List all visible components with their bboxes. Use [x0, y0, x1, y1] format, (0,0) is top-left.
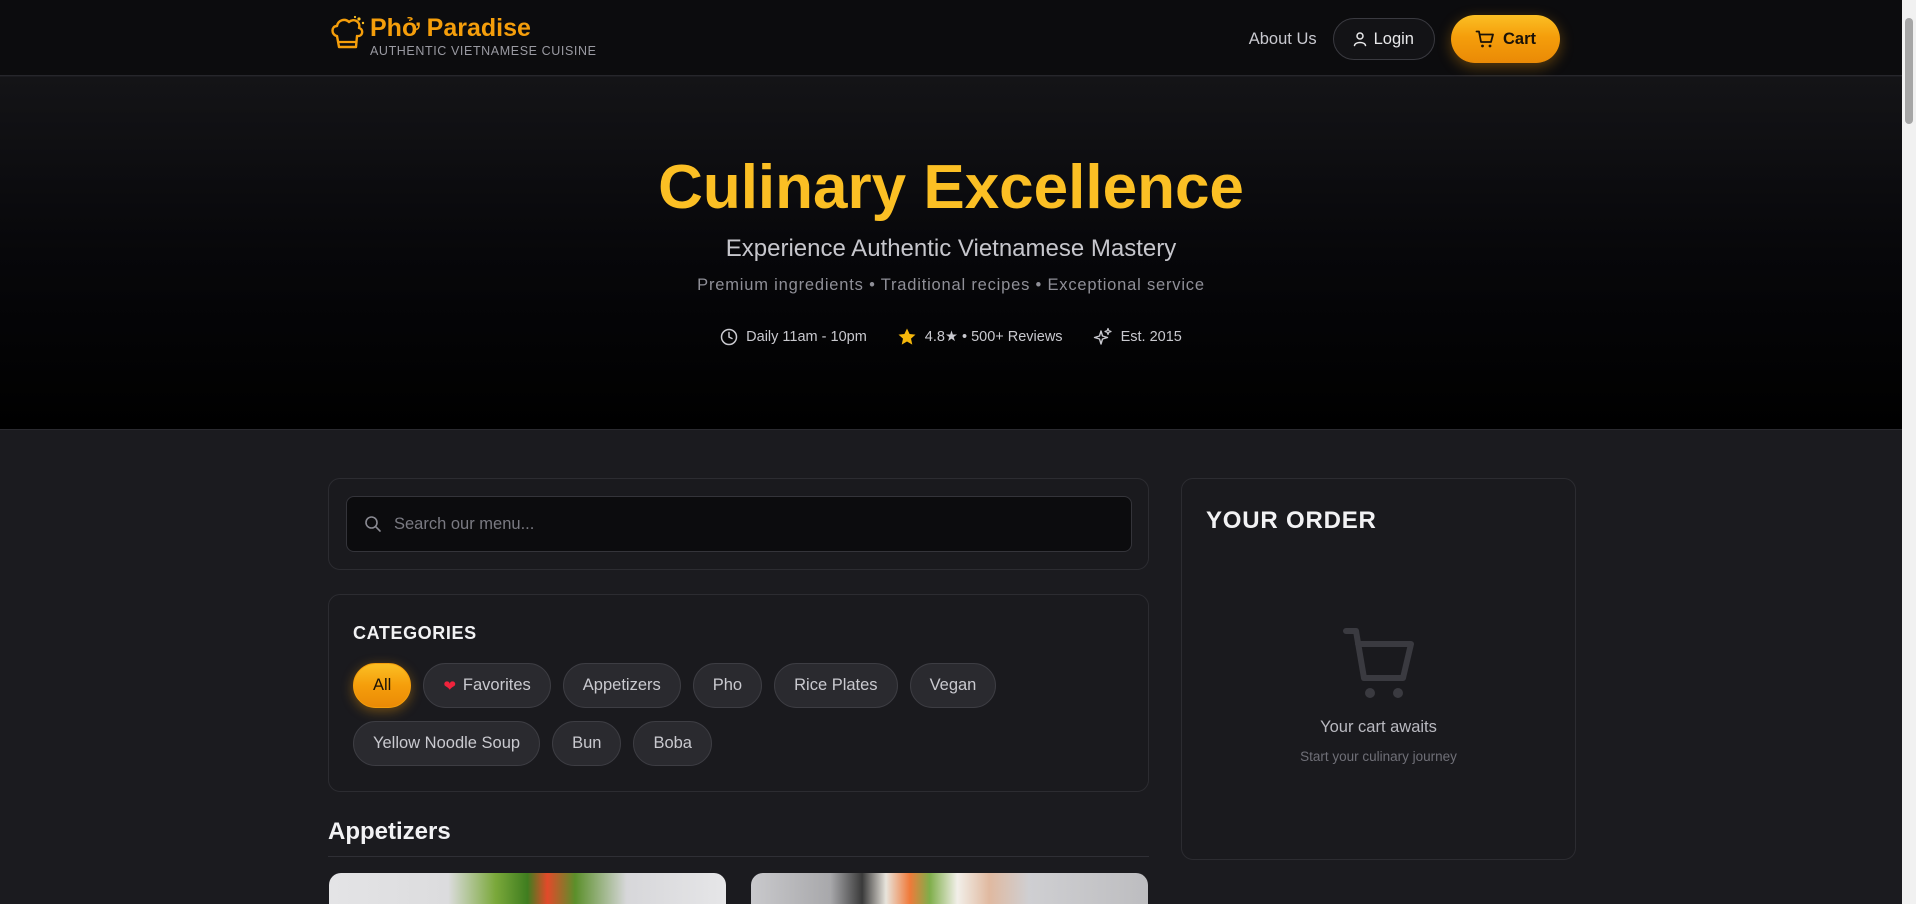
- chip-label: Boba: [653, 734, 692, 752]
- heart-icon: ❤: [443, 677, 456, 695]
- chip-label: Bun: [572, 734, 602, 752]
- about-us-link[interactable]: About Us: [1249, 30, 1317, 49]
- category-chip-all[interactable]: All: [353, 663, 412, 708]
- established-text: Est. 2015: [1120, 329, 1182, 345]
- hero-tagline: Premium ingredients • Traditional recipe…: [697, 276, 1205, 294]
- empty-cart-state: Your cart awaits Start your culinary jou…: [1182, 624, 1575, 764]
- user-icon: [1353, 32, 1366, 47]
- hours-stat: Daily 11am - 10pm: [720, 328, 867, 346]
- clock-icon: [720, 328, 738, 346]
- chip-label: Pho: [712, 676, 743, 694]
- category-chip-pho[interactable]: Pho: [692, 663, 763, 708]
- hours-text: Daily 11am - 10pm: [746, 329, 867, 345]
- categories-title: CATEGORIES: [353, 623, 477, 643]
- chip-label: Vegan: [929, 676, 977, 694]
- menu-item-image[interactable]: [751, 873, 1148, 904]
- chef-hat-icon: [331, 15, 365, 49]
- chip-label: Favorites: [462, 676, 531, 694]
- empty-cart-icon: [1342, 628, 1414, 698]
- main-nav: About Us Login Cart: [1249, 15, 1560, 63]
- category-chips: All ❤ Favorites Appetizers Pho Rice Plat…: [353, 663, 1133, 779]
- login-label: Login: [1373, 29, 1414, 48]
- order-panel: YOUR ORDER Your cart awaits Start your c…: [1181, 478, 1576, 860]
- category-chip-appetizers[interactable]: Appetizers: [562, 663, 681, 708]
- menu-section-title: Appetizers: [328, 818, 451, 845]
- empty-cart-subtitle: Start your culinary journey: [1300, 749, 1457, 764]
- chip-label: Appetizers: [582, 676, 661, 694]
- search-input[interactable]: [394, 514, 1094, 534]
- cart-button[interactable]: Cart: [1450, 15, 1560, 63]
- rating-text: 4.8★ • 500+ Reviews: [924, 329, 1063, 345]
- category-chip-vegan[interactable]: Vegan: [909, 663, 997, 708]
- chip-label: Rice Plates: [794, 676, 878, 694]
- hero-subtitle: Experience Authentic Vietnamese Mastery: [725, 235, 1177, 262]
- search-panel: [328, 478, 1149, 570]
- category-chip-rice-plates[interactable]: Rice Plates: [774, 663, 898, 708]
- scrollbar-thumb[interactable]: [1905, 18, 1913, 124]
- hero-stats: Daily 11am - 10pm 4.8★ • 500+ Reviews Es…: [0, 327, 1902, 347]
- empty-cart-title: Your cart awaits: [1320, 718, 1437, 736]
- page-scrollbar[interactable]: [1902, 0, 1916, 904]
- categories-panel: CATEGORIES All ❤ Favorites Appetizers Ph…: [328, 594, 1149, 792]
- category-chip-yellow-noodle-soup[interactable]: Yellow Noodle Soup: [353, 721, 541, 766]
- section-divider: [328, 856, 1149, 857]
- category-chip-favorites[interactable]: ❤ Favorites: [423, 663, 551, 708]
- search-box[interactable]: [346, 496, 1132, 552]
- category-chip-boba[interactable]: Boba: [633, 721, 712, 766]
- site-header: Phở Paradise AUTHENTIC VIETNAMESE CUISIN…: [0, 0, 1902, 76]
- chip-label: All: [373, 676, 392, 694]
- star-icon: [898, 328, 916, 345]
- hero-section: Culinary Excellence Experience Authentic…: [0, 77, 1902, 430]
- brand-name: Phở Paradise: [370, 14, 531, 42]
- brand-tagline: AUTHENTIC VIETNAMESE CUISINE: [370, 44, 597, 58]
- sparkles-icon: [1093, 327, 1112, 345]
- login-button[interactable]: Login: [1332, 18, 1435, 60]
- hero-title: Culinary Excellence: [658, 153, 1244, 222]
- cart-label: Cart: [1502, 29, 1536, 48]
- brand-logo[interactable]: Phở Paradise AUTHENTIC VIETNAMESE CUISIN…: [328, 14, 597, 58]
- established-stat: Est. 2015: [1093, 327, 1182, 347]
- search-icon: [365, 516, 381, 532]
- chip-label: Yellow Noodle Soup: [373, 734, 521, 752]
- category-chip-bun[interactable]: Bun: [552, 721, 622, 766]
- cart-icon: [1475, 30, 1494, 48]
- menu-item-image[interactable]: [329, 873, 726, 904]
- rating-stat: 4.8★ • 500+ Reviews: [897, 327, 1063, 347]
- order-title: YOUR ORDER: [1206, 507, 1377, 534]
